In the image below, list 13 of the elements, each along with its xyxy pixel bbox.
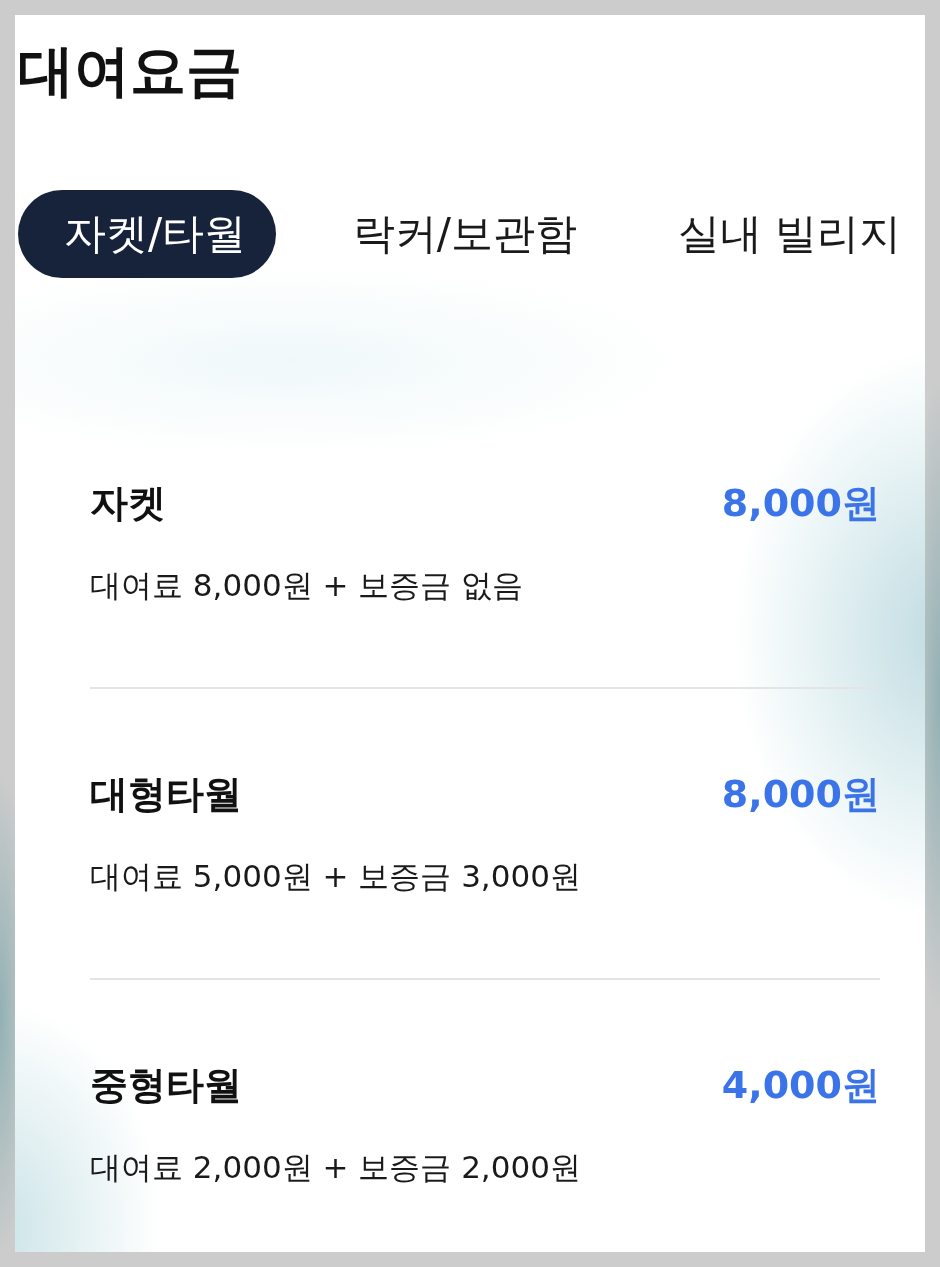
item-price: 8,000원: [721, 771, 880, 818]
item-price: 4,000원: [721, 1062, 880, 1109]
category-tab[interactable]: 실내 빌리지: [653, 190, 925, 278]
item-name: 대형타월: [90, 771, 242, 818]
item-name: 자켓: [90, 480, 166, 527]
item-description: 대여료 5,000원 + 보증금 3,000원: [90, 857, 581, 896]
item-name: 중형타월: [90, 1062, 242, 1109]
category-tab[interactable]: 락커/보관함: [328, 190, 601, 278]
category-tab[interactable]: 자켓/타월: [18, 190, 277, 278]
item-price: 8,000원: [721, 480, 880, 527]
item-description: 대여료 8,000원 + 보증금 없음: [90, 566, 524, 605]
item-description: 대여료 2,000원 + 보증금 2,000원: [90, 1148, 581, 1187]
page-title: 대여요금: [18, 37, 242, 104]
